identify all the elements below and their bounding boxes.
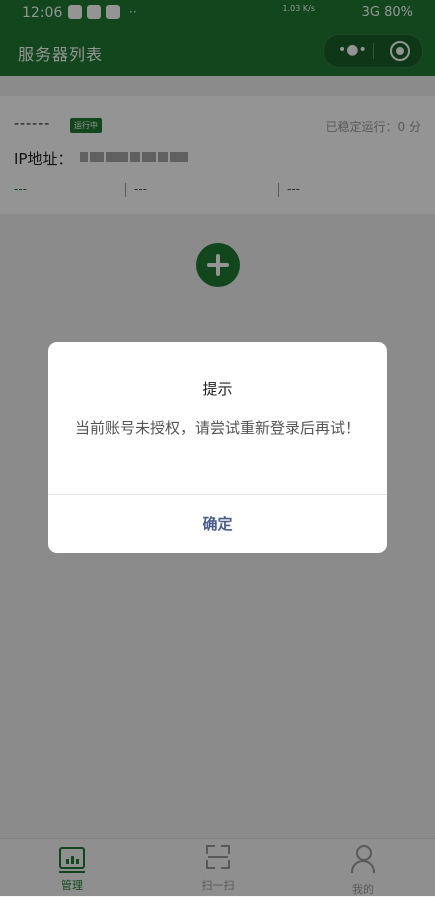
dialog-message: 当前账号未授权，请尝试重新登录后再试！ — [74, 419, 360, 437]
alert-dialog: 提示 当前账号未授权，请尝试重新登录后再试！ 确定 — [48, 342, 387, 553]
confirm-button[interactable]: 确定 — [48, 495, 387, 553]
dialog-title: 提示 — [202, 380, 233, 398]
